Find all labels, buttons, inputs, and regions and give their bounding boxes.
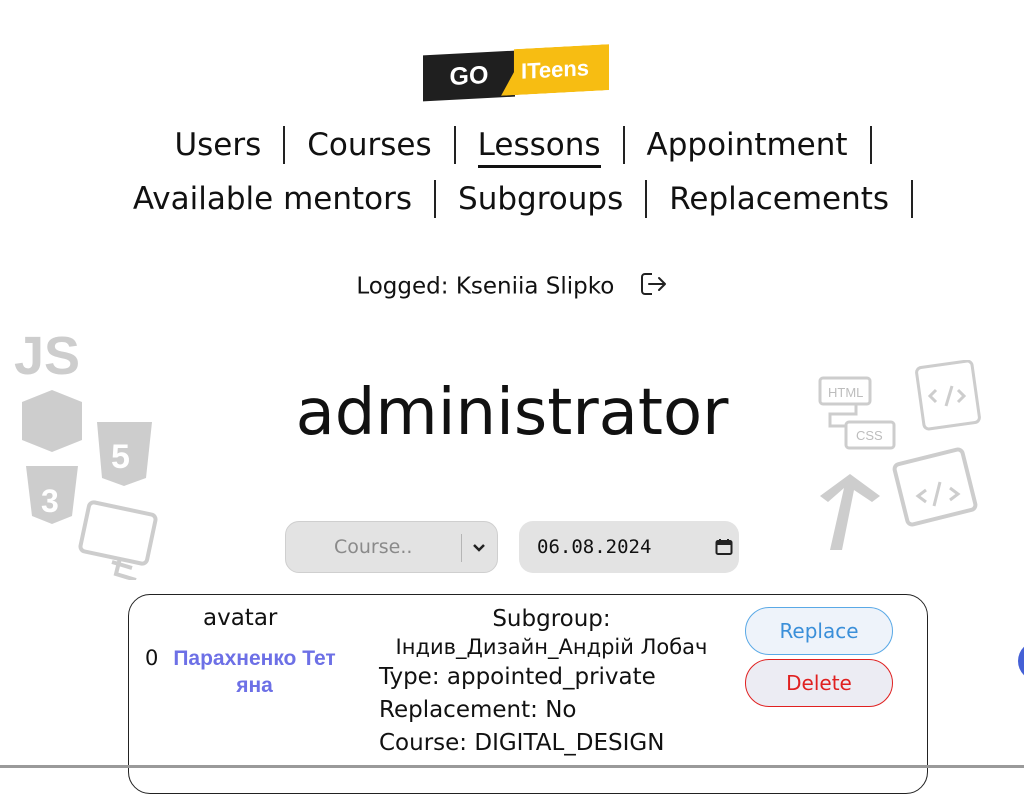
logged-user-text: Logged: Kseniia Slipko bbox=[356, 273, 615, 300]
logout-icon[interactable] bbox=[638, 270, 668, 304]
delete-button[interactable]: Delete bbox=[745, 659, 893, 707]
lesson-replacement: Replacement: No bbox=[379, 697, 577, 723]
main-nav-row2: Available mentors Subgroups Replacements bbox=[0, 180, 1024, 218]
logo-iteens: ITeens bbox=[501, 44, 609, 96]
mentor-name-line2: яна bbox=[236, 674, 273, 697]
date-value: 06.08.2024 bbox=[537, 536, 652, 558]
main-nav-row1: Users Courses Lessons Appointment bbox=[0, 126, 1024, 168]
nav-subgroups[interactable]: Subgroups bbox=[436, 180, 648, 218]
lesson-card: avatar 0 Парахненко Тет яна Subgroup: Ін… bbox=[128, 594, 928, 794]
subgroup-name: Індив_Дизайн_Андрій Лобач bbox=[395, 635, 708, 659]
floating-action-button[interactable] bbox=[1018, 641, 1024, 681]
goiteens-logo[interactable]: GO ITeens bbox=[423, 44, 611, 102]
lesson-course: Course: DIGITAL_DESIGN bbox=[379, 730, 665, 756]
lesson-type: Type: appointed_private bbox=[379, 664, 656, 690]
mentor-name-link[interactable]: Парахненко Тет яна bbox=[167, 645, 342, 699]
course-select[interactable]: Course.. bbox=[285, 521, 498, 573]
nav-appointment[interactable]: Appointment bbox=[625, 126, 872, 164]
select-divider bbox=[461, 534, 462, 562]
logo-go: GO bbox=[423, 50, 515, 102]
nav-lessons[interactable]: Lessons bbox=[456, 126, 625, 168]
nav-courses[interactable]: Courses bbox=[285, 126, 456, 164]
lesson-info: Subgroup: Індив_Дизайн_Андрій Лобач Type… bbox=[379, 605, 739, 760]
page-title-role: administrator bbox=[295, 376, 729, 450]
calendar-icon[interactable] bbox=[715, 538, 733, 560]
svg-text:3: 3 bbox=[41, 483, 59, 519]
nav-available-mentors[interactable]: Available mentors bbox=[111, 180, 437, 218]
course-select-placeholder: Course.. bbox=[334, 536, 413, 558]
nav-replacements[interactable]: Replacements bbox=[647, 180, 914, 218]
logged-user: Logged: Kseniia Slipko bbox=[0, 270, 1024, 304]
lesson-index: 0 bbox=[145, 646, 159, 670]
subgroup-label: Subgroup: bbox=[492, 606, 611, 632]
nav-users[interactable]: Users bbox=[152, 126, 286, 164]
avatar: avatar bbox=[203, 605, 278, 631]
replace-button[interactable]: Replace bbox=[745, 607, 893, 655]
chevron-down-icon[interactable] bbox=[472, 540, 486, 559]
mentor-name-line1: Парахненко Тет bbox=[173, 647, 336, 670]
date-input[interactable]: 06.08.2024 bbox=[519, 521, 739, 573]
